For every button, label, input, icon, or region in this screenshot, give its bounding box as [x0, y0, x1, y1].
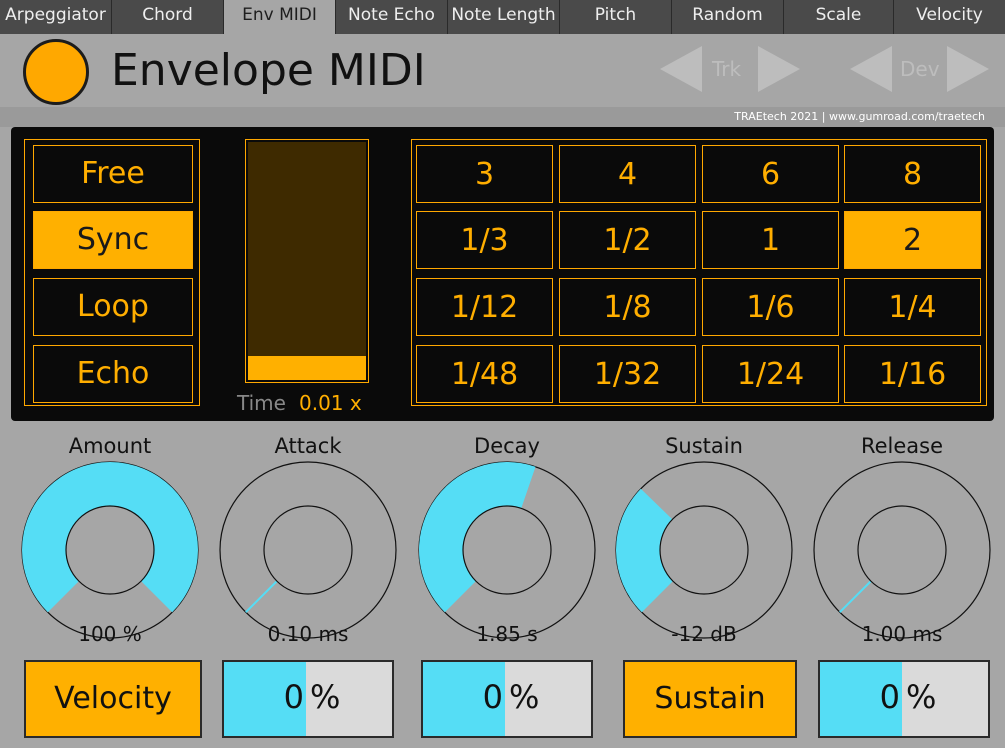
rate-cell[interactable]: 3	[416, 145, 553, 203]
rate-grid: 3 4 6 8 1/3 1/2 1 2 1/12 1/8 1/6 1/4 1/4…	[411, 139, 987, 406]
rate-cell[interactable]: 8	[844, 145, 981, 203]
knob-level-arc	[419, 462, 536, 613]
rate-cell-selected[interactable]: 2	[844, 211, 981, 269]
sustain-toggle-button[interactable]: Sustain	[623, 660, 797, 738]
mode-echo-button[interactable]: Echo	[33, 345, 193, 403]
knob-level-marker	[839, 580, 872, 613]
rate-cell[interactable]: 1/12	[416, 278, 553, 336]
rate-cell[interactable]: 1	[702, 211, 839, 269]
time-label: Time	[237, 391, 286, 415]
rate-cell[interactable]: 1/6	[702, 278, 839, 336]
decay-label: Decay	[474, 434, 540, 458]
tab-velocity[interactable]: Velocity	[894, 0, 1005, 34]
tab-note-echo[interactable]: Note Echo	[336, 0, 448, 34]
knob-center	[857, 505, 947, 595]
knob-level-marker	[245, 580, 278, 613]
decay-knob[interactable]	[417, 460, 597, 640]
rate-cell[interactable]: 1/48	[416, 345, 553, 403]
rate-cell[interactable]: 1/24	[702, 345, 839, 403]
device-nav-label: Dev	[900, 57, 940, 81]
tab-arpeggiator[interactable]: Arpeggiator	[0, 0, 112, 34]
track-nav: Trk	[660, 46, 800, 96]
track-prev-arrow-icon[interactable]	[660, 46, 702, 92]
decay-mod-amount[interactable]: 0 %	[421, 660, 593, 738]
device-title: Envelope MIDI	[111, 45, 426, 96]
amount-label: Amount	[68, 434, 152, 458]
tab-scale[interactable]: Scale	[784, 0, 894, 34]
credit-bar: TRAEtech 2021 | www.gumroad.com/traetech	[0, 107, 1005, 127]
attack-mod-amount[interactable]: 0 %	[222, 660, 394, 738]
device-next-arrow-icon[interactable]	[947, 46, 989, 92]
device-prev-arrow-icon[interactable]	[850, 46, 892, 92]
time-value: 0.01 x	[299, 391, 362, 415]
sustain-knob[interactable]	[614, 460, 794, 640]
sequencer-panel: Free Sync Loop Echo Time 0.01 x 3 4 6 8 …	[11, 127, 994, 421]
time-slider-fill	[248, 356, 366, 380]
mode-free-button[interactable]: Free	[33, 145, 193, 203]
attack-mod-value: 0	[283, 678, 304, 716]
sustain-value: -12 dB	[671, 622, 737, 646]
attack-knob[interactable]	[218, 460, 398, 640]
decay-mod-unit: %	[509, 678, 540, 716]
track-nav-label: Trk	[712, 57, 742, 81]
tab-chord[interactable]: Chord	[112, 0, 224, 34]
tab-bar: Arpeggiator Chord Env MIDI Note Echo Not…	[0, 0, 1005, 34]
rate-cell[interactable]: 1/3	[416, 211, 553, 269]
tab-random[interactable]: Random	[672, 0, 784, 34]
knob-center	[659, 505, 749, 595]
device-header: Envelope MIDI Trk Dev	[0, 34, 1005, 110]
tab-pitch[interactable]: Pitch	[560, 0, 672, 34]
attack-mod-unit: %	[310, 678, 341, 716]
tab-note-length[interactable]: Note Length	[448, 0, 560, 34]
mode-selector: Free Sync Loop Echo	[24, 139, 200, 406]
amount-value: 100 %	[78, 622, 142, 646]
attack-value: 0.10 ms	[267, 622, 349, 646]
rate-cell[interactable]: 1/32	[559, 345, 696, 403]
velocity-toggle-button[interactable]: Velocity	[24, 660, 202, 738]
rate-cell[interactable]: 1/8	[559, 278, 696, 336]
rate-cell[interactable]: 4	[559, 145, 696, 203]
knob-center	[263, 505, 353, 595]
track-next-arrow-icon[interactable]	[758, 46, 800, 92]
release-value: 1.00 ms	[861, 622, 943, 646]
decay-mod-value: 0	[482, 678, 503, 716]
rate-cell[interactable]: 1/4	[844, 278, 981, 336]
mode-loop-button[interactable]: Loop	[33, 278, 193, 336]
rate-cell[interactable]: 6	[702, 145, 839, 203]
credit-text: TRAEtech 2021 | www.gumroad.com/traetech	[734, 110, 985, 123]
knob-level-arc	[616, 488, 673, 613]
release-knob[interactable]	[812, 460, 992, 640]
time-slider[interactable]	[245, 139, 369, 383]
knob-center	[462, 505, 552, 595]
release-mod-amount[interactable]: 0 %	[818, 660, 990, 738]
device-nav: Dev	[850, 46, 990, 96]
release-mod-unit: %	[906, 678, 937, 716]
rate-cell[interactable]: 1/16	[844, 345, 981, 403]
amount-knob[interactable]	[20, 460, 200, 640]
sustain-label: Sustain	[665, 434, 743, 458]
rate-cell[interactable]: 1/2	[559, 211, 696, 269]
mode-sync-button[interactable]: Sync	[33, 211, 193, 269]
tab-env-midi[interactable]: Env MIDI	[224, 0, 336, 34]
knob-center	[65, 505, 155, 595]
release-mod-value: 0	[879, 678, 900, 716]
decay-value: 1.85 s	[476, 622, 538, 646]
time-slider-track	[248, 142, 366, 380]
power-button[interactable]	[23, 39, 89, 105]
release-label: Release	[860, 434, 944, 458]
attack-label: Attack	[274, 434, 342, 458]
knob-level-arc	[22, 462, 198, 613]
